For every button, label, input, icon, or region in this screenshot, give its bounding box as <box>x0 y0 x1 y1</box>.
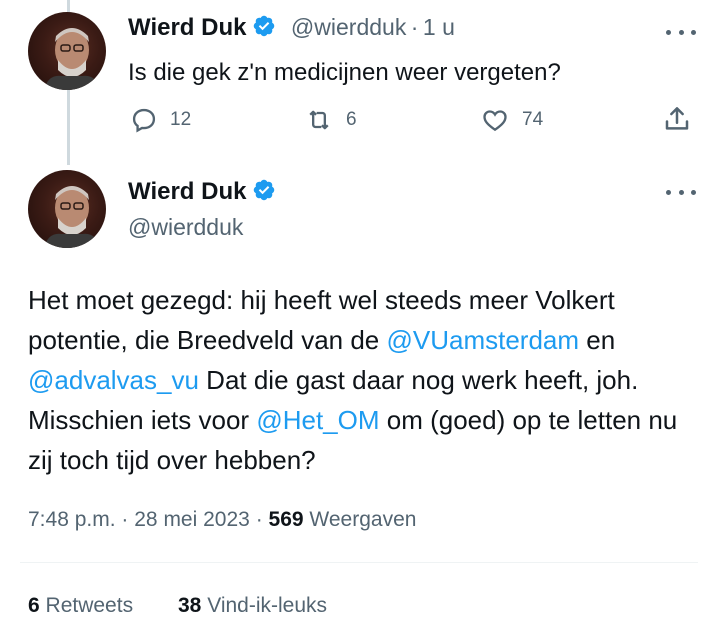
retweets-stat[interactable]: 6 Retweets <box>28 594 133 618</box>
main-author-row: Wierd Duk <box>128 178 276 206</box>
main-handle[interactable]: @wierdduk <box>128 214 243 241</box>
retweets-count: 6 <box>28 594 40 617</box>
main-more-icon[interactable] <box>666 187 696 197</box>
like-button[interactable]: 74 <box>480 106 543 134</box>
divider <box>20 562 698 563</box>
reply-handle[interactable]: @wierdduk <box>291 14 406 40</box>
reply-time[interactable]: 1 u <box>423 14 455 40</box>
reply-author-name[interactable]: Wierd Duk <box>128 14 246 41</box>
reply-more-icon[interactable] <box>666 27 696 37</box>
like-count: 74 <box>522 109 544 130</box>
verified-badge-icon <box>254 15 275 37</box>
reply-header: Wierd Duk @wierdduk · 1 u <box>128 14 455 42</box>
text-part: en <box>579 325 616 355</box>
reply-button[interactable]: 12 <box>130 106 191 134</box>
likes-label: Vind-ik-leuks <box>207 594 328 617</box>
reply-avatar[interactable] <box>28 12 106 90</box>
meta-dot: · <box>121 508 129 531</box>
mention-advalvas[interactable]: @advalvas_vu <box>28 365 199 395</box>
avatar-photo-icon <box>44 28 100 90</box>
retweet-count: 6 <box>346 109 357 130</box>
views-label: Weergaven <box>309 508 417 531</box>
likes-stat[interactable]: 38 Vind-ik-leuks <box>178 594 327 618</box>
views-count: 569 <box>268 508 304 531</box>
verified-badge-icon <box>254 179 275 201</box>
tweet-timestamp[interactable]: 7:48 p.m. <box>28 508 116 531</box>
retweet-button[interactable]: 6 <box>304 106 357 134</box>
mention-het-om[interactable]: @Het_OM <box>256 405 379 435</box>
retweet-icon <box>309 110 329 130</box>
reply-count: 12 <box>170 109 192 130</box>
share-icon <box>665 107 689 130</box>
comment-icon <box>132 108 156 133</box>
retweets-label: Retweets <box>45 594 134 617</box>
tweet-date[interactable]: 28 mei 2023 <box>134 508 250 531</box>
main-avatar[interactable] <box>28 170 106 248</box>
mention-vuamsterdam[interactable]: @VUamsterdam <box>386 325 579 355</box>
heart-icon <box>483 110 507 132</box>
main-tweet-text: Het moet gezegd: hij heeft wel steeds me… <box>28 280 700 480</box>
avatar-photo-icon <box>44 186 100 248</box>
tweet-meta: 7:48 p.m. · 28 mei 2023 · 569 Weergaven <box>28 508 416 532</box>
share-button[interactable] <box>662 104 704 134</box>
meta-dot: · <box>255 508 263 531</box>
reply-separator: · <box>410 14 419 40</box>
reply-text: Is die gek z'n medicijnen weer vergeten? <box>128 59 561 86</box>
main-author-name[interactable]: Wierd Duk <box>128 178 246 205</box>
likes-count: 38 <box>178 594 202 617</box>
